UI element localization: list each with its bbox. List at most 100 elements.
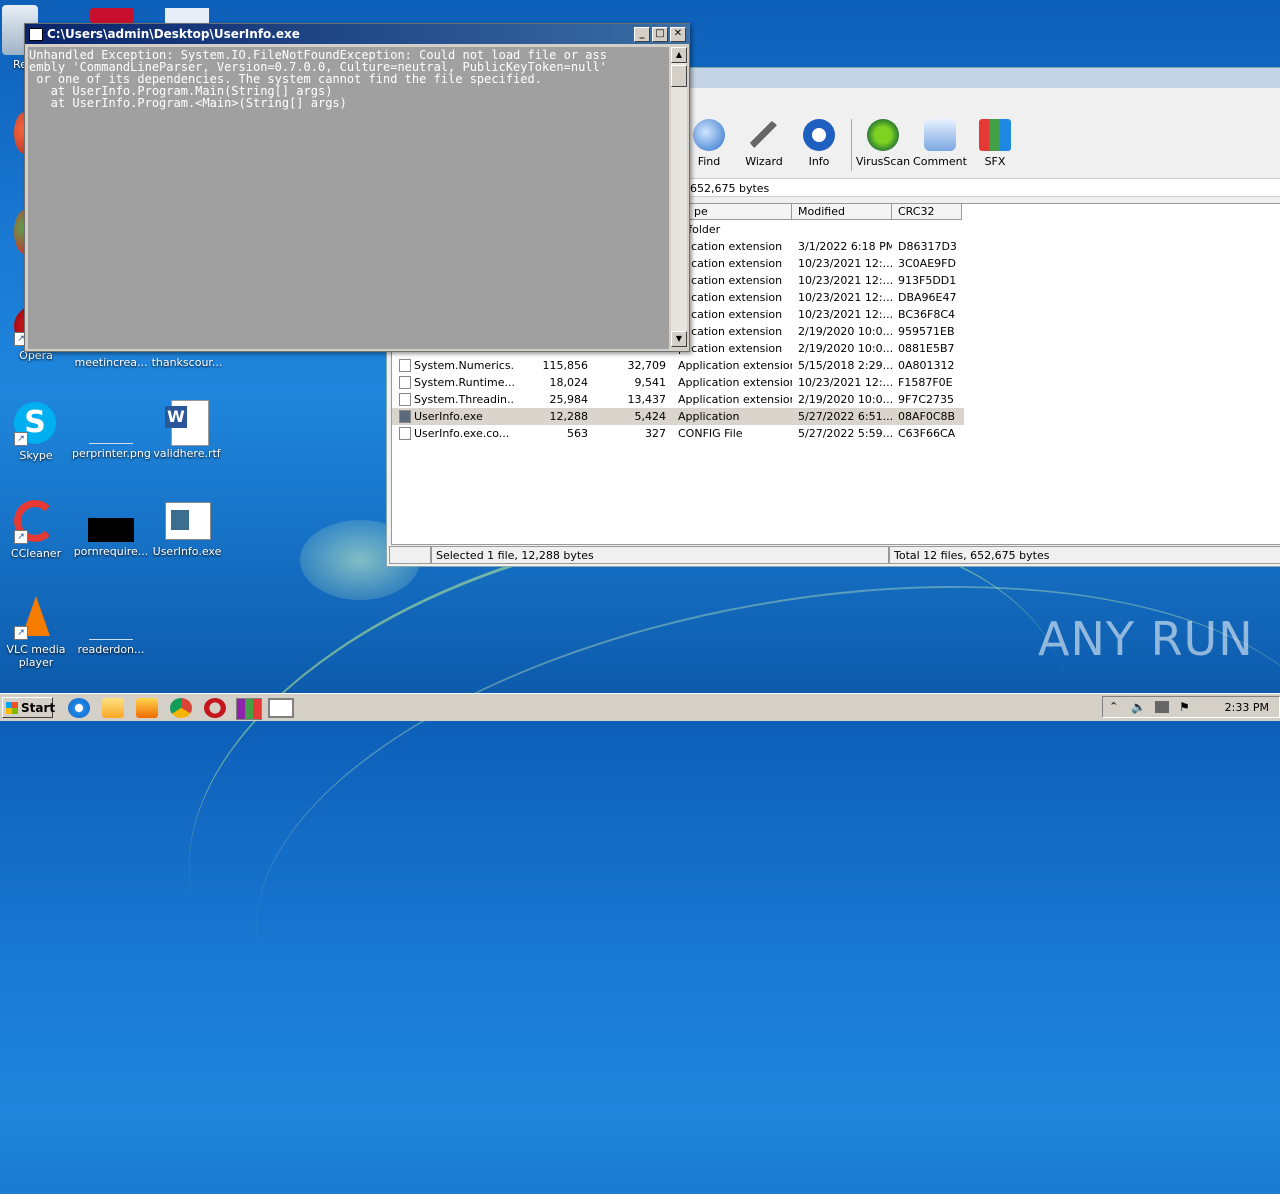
table-row[interactable]: UserInfo.exe.co... 563 327 CONFIG File 5/27/… — [392, 425, 964, 442]
close-button[interactable]: ✕ — [670, 27, 686, 42]
desktop-icon-label: readerdon... — [77, 643, 145, 656]
cell-crc: 0A801312 — [898, 359, 955, 372]
status-selected: Selected 1 file, 12,288 bytes — [431, 546, 889, 564]
maximize-button[interactable]: □ — [652, 27, 668, 42]
anyrun-watermark: ANY RUN — [1038, 612, 1254, 666]
cell-modified: 2/19/2020 10:0... — [798, 393, 892, 406]
cell-crc: 913F5DD1 — [898, 274, 957, 287]
table-row[interactable]: UserInfo.exe 12,288 5,424 Application 5/27/2… — [392, 408, 964, 425]
desktop-icon-perprinter[interactable]: perprinter.png — [72, 402, 151, 460]
column-label: CRC32 — [898, 205, 935, 218]
table-row[interactable]: System.Threadin... 25,984 13,437 Applicatio… — [392, 391, 964, 408]
desktop-icon-userinfo[interactable]: UserInfo.exe — [148, 500, 226, 558]
cell-modified: 10/23/2021 12:... — [798, 376, 892, 389]
desktop-icon-validhere[interactable]: W validhere.rtf — [148, 400, 226, 460]
action-center-flag-icon[interactable]: ⚑ — [1179, 700, 1190, 714]
vlc-cone-icon: ↗ — [14, 596, 58, 640]
table-row[interactable]: System.Numerics.... 115,856 32,709 Applicat… — [392, 357, 964, 374]
cell-name: UserInfo.exe — [414, 410, 483, 423]
drive-icon[interactable] — [389, 546, 431, 564]
cell-size: 12,288 — [549, 410, 589, 423]
shortcut-arrow-icon: ↗ — [14, 530, 28, 544]
cell-crc: D86317D3 — [898, 240, 957, 253]
start-button[interactable]: Start — [2, 697, 55, 718]
console-scrollbar[interactable]: ▲ ▼ — [671, 47, 687, 347]
cell-type: e folder — [678, 223, 721, 236]
cell-type: plication extension — [678, 274, 783, 287]
archive-size-text: 652,675 bytes — [690, 182, 770, 195]
cell-modified: 10/23/2021 12:... — [798, 274, 892, 287]
cell-crc: BC36F8C4 — [898, 308, 956, 321]
cell-crc: F1587F0E — [898, 376, 953, 389]
desktop-icon-partial-2[interactable] — [165, 8, 209, 23]
chrome-icon[interactable] — [170, 698, 192, 718]
desktop-icon-pornrequire[interactable]: pornrequire... — [72, 500, 150, 558]
cell-type: plication extension — [678, 240, 783, 253]
desktop-icon-label: UserInfo.exe — [152, 545, 222, 558]
file-explorer-icon[interactable] — [102, 698, 124, 718]
clock[interactable]: 2:33 PM — [1225, 697, 1269, 719]
status-selected-text: Selected 1 file, 12,288 bytes — [436, 549, 594, 562]
desktop-icon-thankscour[interactable]: thankscour... — [148, 356, 226, 369]
cell-crc: 959571EB — [898, 325, 955, 338]
ccleaner-icon: ↗ — [14, 500, 58, 544]
toolbar-sfx-button[interactable]: SFX — [965, 119, 1025, 168]
toolbar-virusscan-button[interactable]: VirusScan — [853, 119, 913, 168]
opera-icon[interactable] — [204, 698, 226, 718]
virus-bug-icon — [867, 119, 899, 151]
cell-crc: 9F7C2735 — [898, 393, 954, 406]
desktop-icon-meetincrea[interactable]: meetincrea... — [72, 356, 150, 369]
winrar-statusbar: Selected 1 file, 12,288 bytes Total 12 f… — [387, 546, 1280, 564]
desktop-icon-ccleaner[interactable]: ↗ CCleaner — [0, 500, 72, 560]
toolbar-label: Info — [808, 155, 830, 168]
file-icon — [399, 393, 411, 406]
scroll-thumb[interactable] — [671, 65, 687, 87]
shortcut-arrow-icon: ↗ — [14, 432, 28, 446]
table-row[interactable]: System.Runtime.... 18,024 9,541 Application… — [392, 374, 964, 391]
console-titlebar[interactable]: C:\Users\admin\Desktop\UserInfo.exe _ □ … — [25, 24, 689, 44]
show-hidden-icons-icon[interactable]: ⌃ — [1109, 700, 1118, 713]
desktop-icon-label: pornrequire... — [73, 545, 149, 558]
file-icon — [399, 427, 411, 440]
toolbar-wizard-button[interactable]: Wizard — [734, 119, 794, 168]
console-taskbar-icon[interactable] — [268, 698, 294, 718]
desktop-icon-readerdon[interactable]: readerdon... — [72, 598, 150, 656]
media-player-icon[interactable] — [136, 698, 158, 718]
cell-type: Application extension — [678, 376, 792, 389]
toolbar-separator — [851, 119, 852, 171]
minimize-button[interactable]: _ — [634, 27, 650, 42]
column-label: pe — [694, 205, 708, 218]
console-output[interactable]: Unhandled Exception: System.IO.FileNotFo… — [28, 47, 669, 349]
cell-packed: 9,541 — [634, 376, 667, 389]
console-window[interactable]: C:\Users\admin\Desktop\UserInfo.exe _ □ … — [24, 23, 690, 352]
cell-name: System.Runtime.... — [414, 376, 514, 389]
toolbar-info-button[interactable]: Info — [789, 119, 849, 168]
column-header-type[interactable]: pe — [688, 204, 792, 220]
desktop-icon-vlc[interactable]: ↗ VLC media player — [0, 596, 72, 669]
toolbar-label: Comment — [913, 155, 967, 168]
desktop-icon-skype[interactable]: S ↗ Skype — [0, 402, 72, 462]
cell-modified: 5/27/2022 5:59... — [798, 427, 892, 440]
volume-icon[interactable]: 🔈 — [1131, 700, 1146, 714]
status-total: Total 12 files, 652,675 bytes — [889, 546, 1280, 564]
network-icon[interactable] — [1155, 701, 1169, 713]
application-icon — [165, 500, 211, 542]
status-total-text: Total 12 files, 652,675 bytes — [894, 549, 1050, 562]
column-header-crc32[interactable]: CRC32 — [892, 204, 962, 220]
desktop-icon-label: VLC media player — [6, 643, 66, 669]
toolbar-comment-button[interactable]: Comment — [910, 119, 970, 168]
cell-modified: 10/23/2021 12:... — [798, 291, 892, 304]
internet-explorer-icon[interactable] — [68, 698, 90, 718]
column-header-modified[interactable]: Modified — [792, 204, 892, 220]
cell-type: plication extension — [678, 291, 783, 304]
cell-modified: 2/19/2020 10:0... — [798, 325, 892, 338]
cell-modified: 3/1/2022 6:18 PM — [798, 240, 892, 253]
scroll-down-icon[interactable]: ▼ — [671, 331, 687, 347]
winrar-taskbar-icon[interactable] — [236, 698, 262, 720]
desktop-icon-label: perprinter.png — [72, 447, 151, 460]
cell-modified: 10/23/2021 12:... — [798, 257, 892, 270]
desktop-icon-partial[interactable] — [90, 8, 134, 23]
cell-size: 25,984 — [549, 393, 589, 406]
scroll-up-icon[interactable]: ▲ — [671, 47, 687, 63]
cell-crc: 3C0AE9FD — [898, 257, 956, 270]
